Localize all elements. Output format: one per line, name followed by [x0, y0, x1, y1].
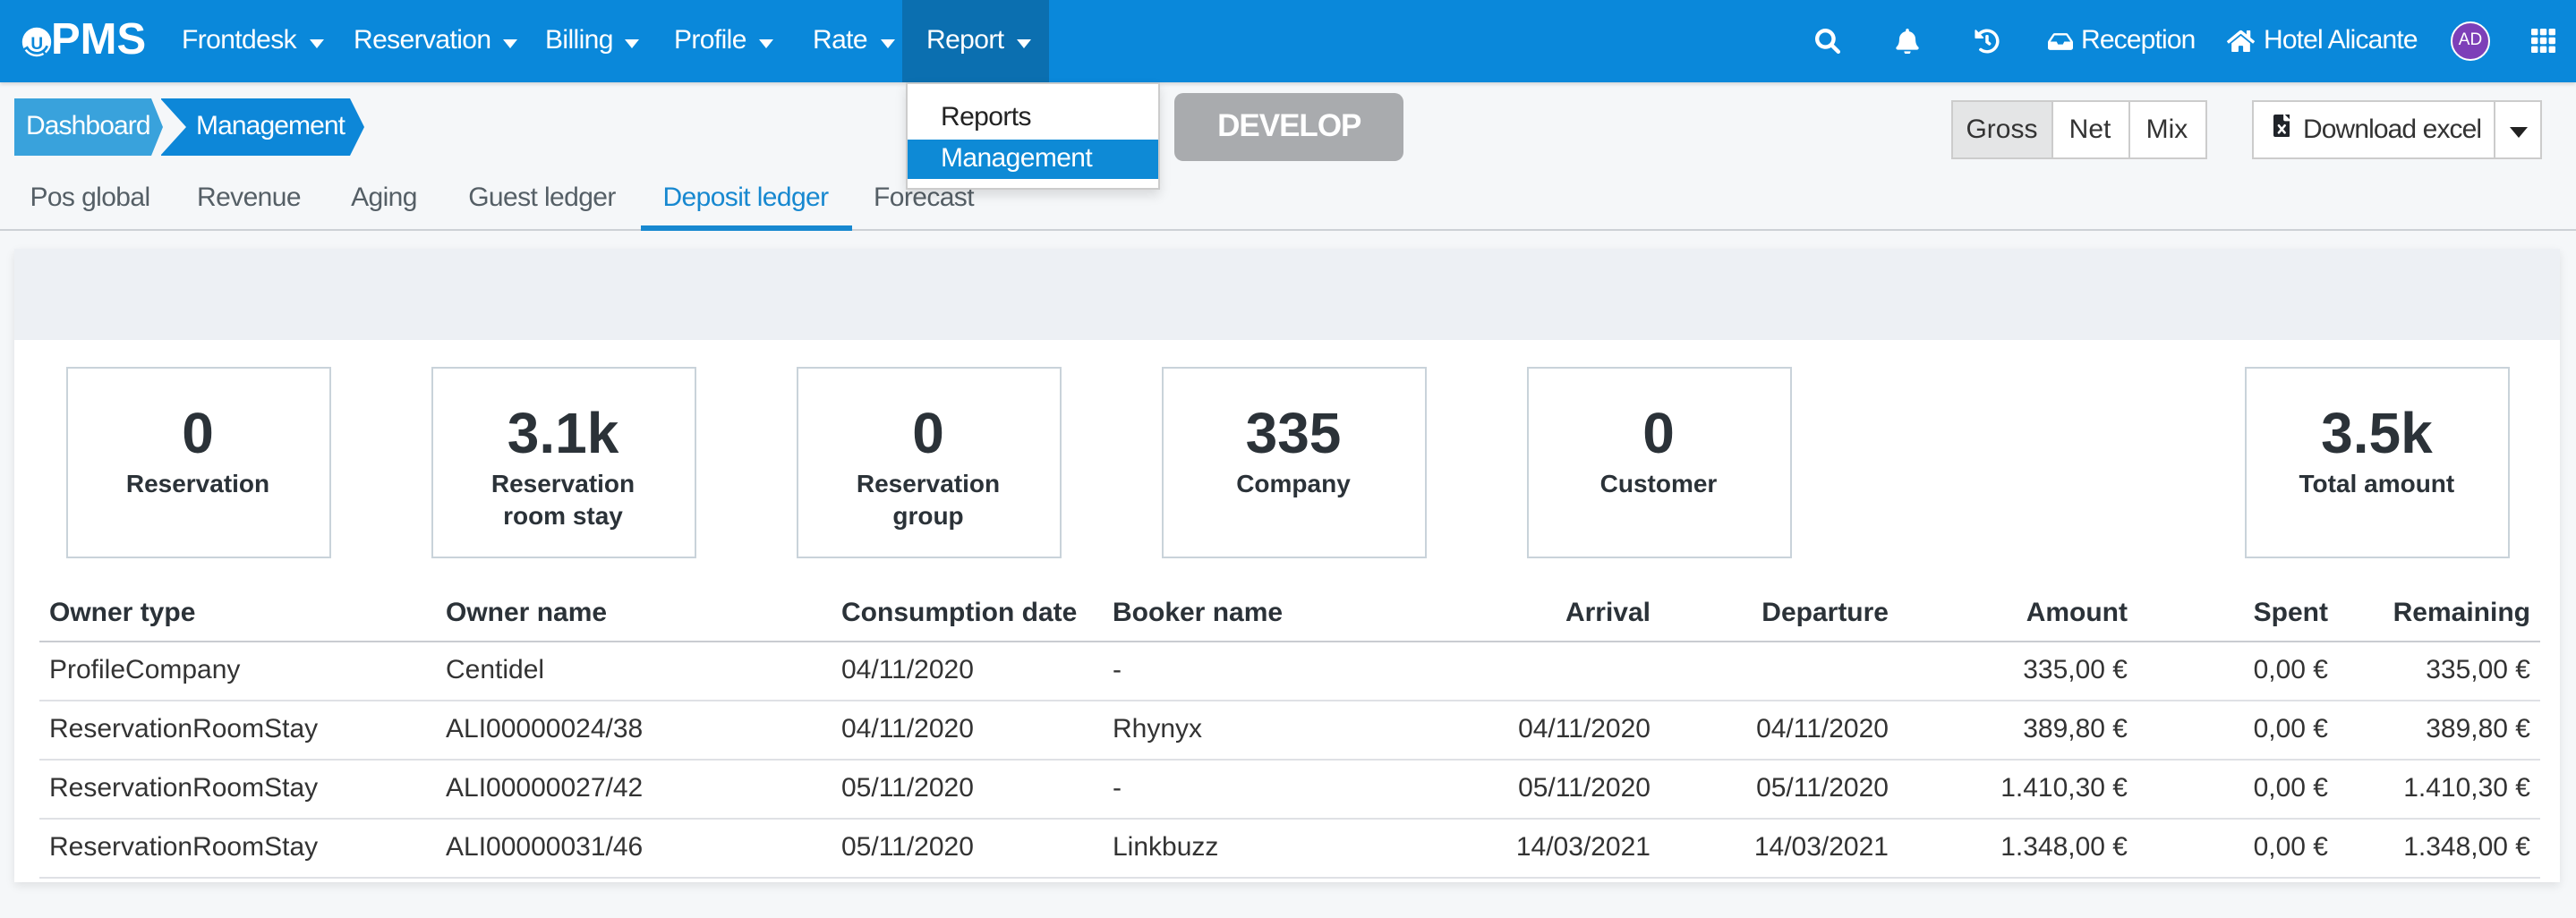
svg-text:U: U [30, 35, 42, 54]
